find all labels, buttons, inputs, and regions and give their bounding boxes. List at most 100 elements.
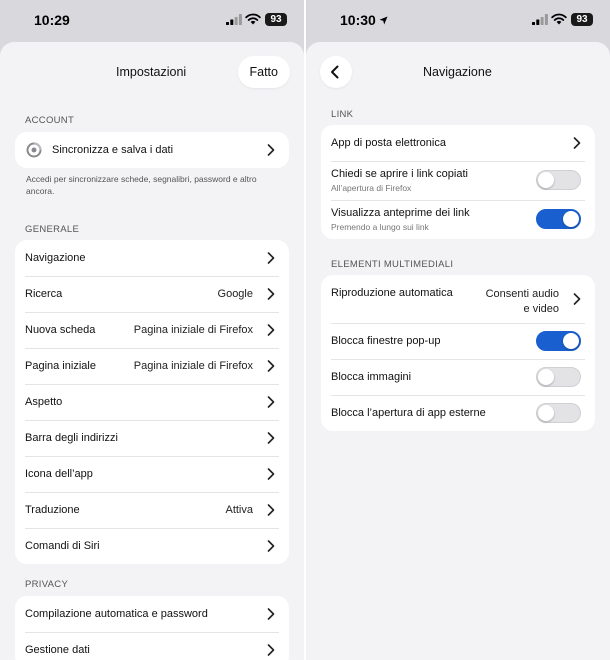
wifi-icon — [245, 13, 261, 25]
row-label: Blocca immagini — [331, 371, 412, 383]
row-value: Attiva — [225, 504, 253, 516]
link-setting-row[interactable]: App di posta elettronica — [321, 125, 595, 161]
row-label: Chiedi se aprire i link copiati — [331, 168, 468, 180]
link-setting-row[interactable]: Chiedi se aprire i link copiati All’apert… — [321, 161, 595, 200]
chevron-right-icon — [267, 288, 275, 300]
link-setting-row[interactable]: Visualizza anteprime dei link Premendo a … — [321, 200, 595, 239]
autoplay-label: Riproduzione automatica — [331, 287, 453, 299]
chevron-right-icon — [267, 468, 275, 480]
chevron-right-icon — [573, 137, 581, 149]
row-label: Blocca finestre pop-up — [331, 335, 441, 347]
chevron-right-icon — [573, 293, 581, 305]
settings-sheet: Impostazioni Fatto ACCOUNT Sincronizza e… — [0, 42, 304, 660]
chevron-right-icon — [267, 608, 275, 620]
navigation-sheet: Navigazione LINK App di posta elettronic… — [306, 42, 610, 660]
settings-row[interactable]: Pagina iniziale Pagina iniziale di Firefo… — [15, 348, 289, 384]
status-bar: 10:29 93 — [0, 0, 304, 42]
row-label: Traduzione — [25, 504, 80, 516]
autoplay-row[interactable]: Riproduzione automatica Consenti audio e … — [321, 275, 595, 323]
row-value: Google — [217, 288, 253, 300]
media-setting-row[interactable]: Blocca finestre pop-up — [321, 323, 595, 359]
toggle-knob — [563, 333, 579, 349]
row-label: Blocca l’apertura di app esterne — [331, 407, 486, 419]
section-label-media: ELEMENTI MULTIMEDIALI — [331, 259, 454, 270]
location-arrow-icon — [379, 16, 388, 25]
account-hint: Accedi per sincronizzare schede, segnali… — [26, 174, 257, 196]
chevron-right-icon — [267, 252, 275, 264]
row-subtitle: Premendo a lungo sui link — [331, 222, 429, 232]
autoplay-value-line1: Consenti audio — [485, 288, 559, 300]
row-label: Nuova scheda — [25, 324, 96, 336]
settings-row[interactable]: Gestione dati — [15, 632, 289, 660]
settings-row[interactable]: Traduzione Attiva — [15, 492, 289, 528]
cellular-signal-icon — [532, 14, 548, 25]
row-value: Pagina iniziale di Firefox — [133, 360, 253, 372]
status-bar: 10:30 93 — [306, 0, 610, 42]
privacy-card: Compilazione automatica e password Gestio… — [15, 596, 289, 660]
battery-indicator: 93 — [571, 13, 593, 26]
sync-row[interactable]: Sincronizza e salva i dati — [15, 132, 289, 168]
back-button[interactable] — [320, 56, 352, 88]
toggle-switch[interactable] — [536, 170, 581, 190]
chevron-right-icon — [267, 360, 275, 372]
done-button[interactable]: Fatto — [237, 56, 290, 88]
page-title: Navigazione — [423, 65, 492, 79]
chevron-left-icon — [331, 65, 339, 79]
row-label: Gestione dati — [25, 644, 90, 656]
row-label: Comandi di Siri — [25, 540, 100, 552]
settings-row[interactable]: Navigazione — [15, 240, 289, 276]
link-card: App di posta elettronica Chiedi se aprire… — [321, 125, 595, 239]
sync-label: Sincronizza e salva i dati — [52, 144, 174, 156]
settings-row[interactable]: Nuova scheda Pagina iniziale di Firefox — [15, 312, 289, 348]
row-label: Compilazione automatica e password — [25, 608, 208, 620]
row-label: Navigazione — [25, 252, 86, 264]
navigation-settings-screen: 10:30 93 Navigazione LINK App di posta e… — [306, 0, 610, 660]
settings-row[interactable]: Ricerca Google — [15, 276, 289, 312]
media-setting-row[interactable]: Blocca l’apertura di app esterne — [321, 395, 595, 431]
toggle-knob — [538, 369, 554, 385]
settings-row[interactable]: Comandi di Siri — [15, 528, 289, 564]
section-label-privacy: PRIVACY — [25, 579, 69, 590]
firefox-sync-icon — [26, 142, 42, 158]
row-label: Aspetto — [25, 396, 63, 408]
autoplay-value-line2: e video — [523, 303, 559, 315]
row-label: Pagina iniziale — [25, 360, 96, 372]
toggle-switch[interactable] — [536, 367, 581, 387]
status-time: 10:30 — [340, 12, 388, 28]
chevron-right-icon — [267, 504, 275, 516]
row-label: Ricerca — [25, 288, 63, 300]
toggle-switch[interactable] — [536, 403, 581, 423]
chevron-right-icon — [267, 396, 275, 408]
section-label-account: ACCOUNT — [25, 115, 75, 126]
media-card: Riproduzione automatica Consenti audio e … — [321, 275, 595, 431]
row-value: Pagina iniziale di Firefox — [133, 324, 253, 336]
section-label-generale: GENERALE — [25, 224, 80, 235]
chevron-right-icon — [267, 432, 275, 444]
settings-row[interactable]: Barra degli indirizzi — [15, 420, 289, 456]
cellular-signal-icon — [226, 14, 242, 25]
chevron-right-icon — [267, 324, 275, 336]
settings-row[interactable]: Icona dell’app — [15, 456, 289, 492]
settings-row[interactable]: Aspetto — [15, 384, 289, 420]
autoplay-value: Consenti audio e video — [486, 287, 559, 317]
account-card: Sincronizza e salva i dati — [15, 132, 289, 168]
toggle-knob — [538, 172, 554, 188]
generale-card: Navigazione Ricerca Google Nuova scheda Pagi… — [15, 240, 289, 564]
wifi-icon — [551, 13, 567, 25]
toggle-knob — [563, 211, 579, 227]
status-time-text: 10:30 — [340, 12, 376, 28]
settings-row[interactable]: Compilazione automatica e password — [15, 596, 289, 632]
row-subtitle: All’apertura di Firefox — [331, 183, 412, 193]
media-setting-row[interactable]: Blocca immagini — [321, 359, 595, 395]
status-time: 10:29 — [34, 12, 70, 28]
toggle-knob — [538, 405, 554, 421]
settings-screen: 10:29 93 Impostazioni Fatto ACCOUNT Sinc… — [0, 0, 304, 660]
toggle-switch[interactable] — [536, 209, 581, 229]
toggle-switch[interactable] — [536, 331, 581, 351]
row-label: Visualizza anteprime dei link — [331, 207, 470, 219]
section-label-link: LINK — [331, 109, 354, 120]
row-label: Icona dell’app — [25, 468, 93, 480]
row-label: App di posta elettronica — [331, 137, 446, 149]
page-title: Impostazioni — [116, 65, 187, 79]
chevron-right-icon — [267, 144, 275, 156]
